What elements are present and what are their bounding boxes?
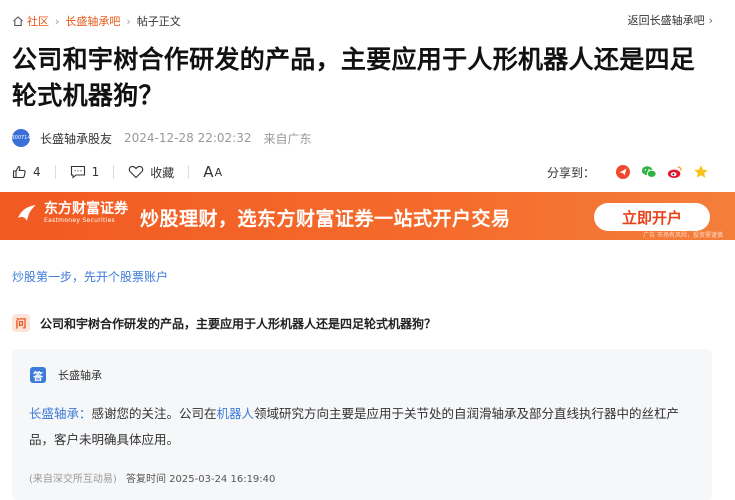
answer-header: 答 长盛轴承 — [30, 367, 102, 383]
divider — [113, 165, 115, 179]
font-size-icon[interactable]: AA — [203, 163, 223, 181]
home-icon[interactable] — [12, 15, 24, 27]
answer-company-link[interactable]: 长盛轴承： — [29, 406, 92, 421]
post-meta: 300714 长盛轴承股友 2024-12-28 22:02:32 来自广东 — [11, 128, 312, 148]
open-account-button[interactable]: 立即开户 — [594, 203, 710, 231]
like-count: 4 — [33, 165, 41, 179]
chevron-right-icon: › — [126, 14, 131, 28]
breadcrumb-community[interactable]: 社区 — [27, 13, 49, 29]
brand-logo-icon — [18, 205, 36, 221]
answer-card: 答 长盛轴承 长盛轴承：感谢您的关注。公司在机器人领域研究方向主要是应用于关节处… — [12, 349, 712, 500]
back-to-bar-link[interactable]: 返回长盛轴承吧 › — [628, 12, 713, 28]
breadcrumb: 社区 › 长盛轴承吧 › 帖子正文 — [12, 12, 181, 30]
like-icon — [12, 165, 26, 179]
answer-text: 长盛轴承：感谢您的关注。公司在机器人领域研究方向主要是应用于关节处的自润滑轴承及… — [29, 401, 697, 453]
post-time: 2024-12-28 22:02:32 — [124, 131, 252, 145]
reply-time: 答复时间 2025-03-24 16:19:40 — [126, 474, 276, 485]
open-account-link[interactable]: 炒股第一步，先开个股票账户 — [12, 268, 168, 285]
share-label: 分享到： — [546, 165, 595, 180]
comment-count: 1 — [91, 165, 100, 179]
page-title: 公司和宇树合作研发的产品，主要应用于人形机器人还是四足轮式机器狗？ — [12, 45, 696, 110]
share-bar: 分享到： — [547, 162, 709, 182]
font-size-large: A — [203, 163, 215, 181]
heart-icon — [129, 166, 144, 179]
answer-icon: 答 — [30, 367, 46, 383]
divider — [188, 165, 190, 179]
question-text: 公司和宇树合作研发的产品，主要应用于人形机器人还是四足轮式机器狗？ — [40, 316, 437, 331]
promo-banner[interactable]: 东方财富证券 Eastmoney Securities 炒股理财，选东方财富证券… — [0, 192, 735, 240]
action-bar: 4 1 收藏 AA — [12, 162, 223, 182]
star-icon[interactable] — [693, 164, 709, 180]
weibo-icon[interactable] — [667, 164, 683, 180]
brand-name-en: Eastmoney Securities — [44, 217, 115, 224]
brand-name: 东方财富证券 — [44, 201, 128, 217]
divider — [54, 165, 56, 179]
post-location: 来自广东 — [263, 131, 312, 146]
robot-keyword-link[interactable]: 机器人 — [217, 406, 255, 421]
favorite-label: 收藏 — [150, 165, 175, 180]
avatar[interactable]: 300714 — [11, 129, 31, 147]
chevron-right-icon: › — [55, 14, 60, 28]
answer-footer: (来自深交所互动易) 答复时间 2025-03-24 16:19:40 — [29, 470, 275, 485]
author-name[interactable]: 长盛轴承股友 — [40, 130, 112, 147]
answer-part-1: 感谢您的关注。公司在 — [91, 406, 217, 421]
font-size-small: A — [214, 165, 224, 179]
breadcrumb-bar[interactable]: 长盛轴承吧 — [65, 13, 120, 29]
breadcrumb-current: 帖子正文 — [136, 15, 181, 28]
back-link-label: 返回长盛轴承吧 — [627, 14, 705, 27]
answer-company[interactable]: 长盛轴承 — [58, 367, 102, 383]
question-row: 问 公司和宇树合作研发的产品，主要应用于人形机器人还是四足轮式机器狗？ — [12, 313, 436, 333]
wechat-icon[interactable] — [641, 164, 657, 180]
answer-source: (来自深交所互动易) — [29, 474, 117, 485]
banner-slogan: 炒股理财，选东方财富证券一站式开户交易 — [140, 208, 511, 230]
share-app-icon[interactable] — [615, 164, 631, 180]
comment-button[interactable]: 1 — [70, 165, 100, 179]
banner-risk-note: 广告 市场有风险，投资需谨慎 — [643, 232, 723, 239]
like-button[interactable]: 4 — [12, 165, 41, 179]
comment-icon — [70, 165, 85, 179]
favorite-button[interactable]: 收藏 — [128, 164, 174, 181]
question-icon: 问 — [12, 314, 30, 332]
brand-logo: 东方财富证券 Eastmoney Securities — [16, 201, 128, 225]
chevron-right-icon: › — [708, 13, 713, 27]
